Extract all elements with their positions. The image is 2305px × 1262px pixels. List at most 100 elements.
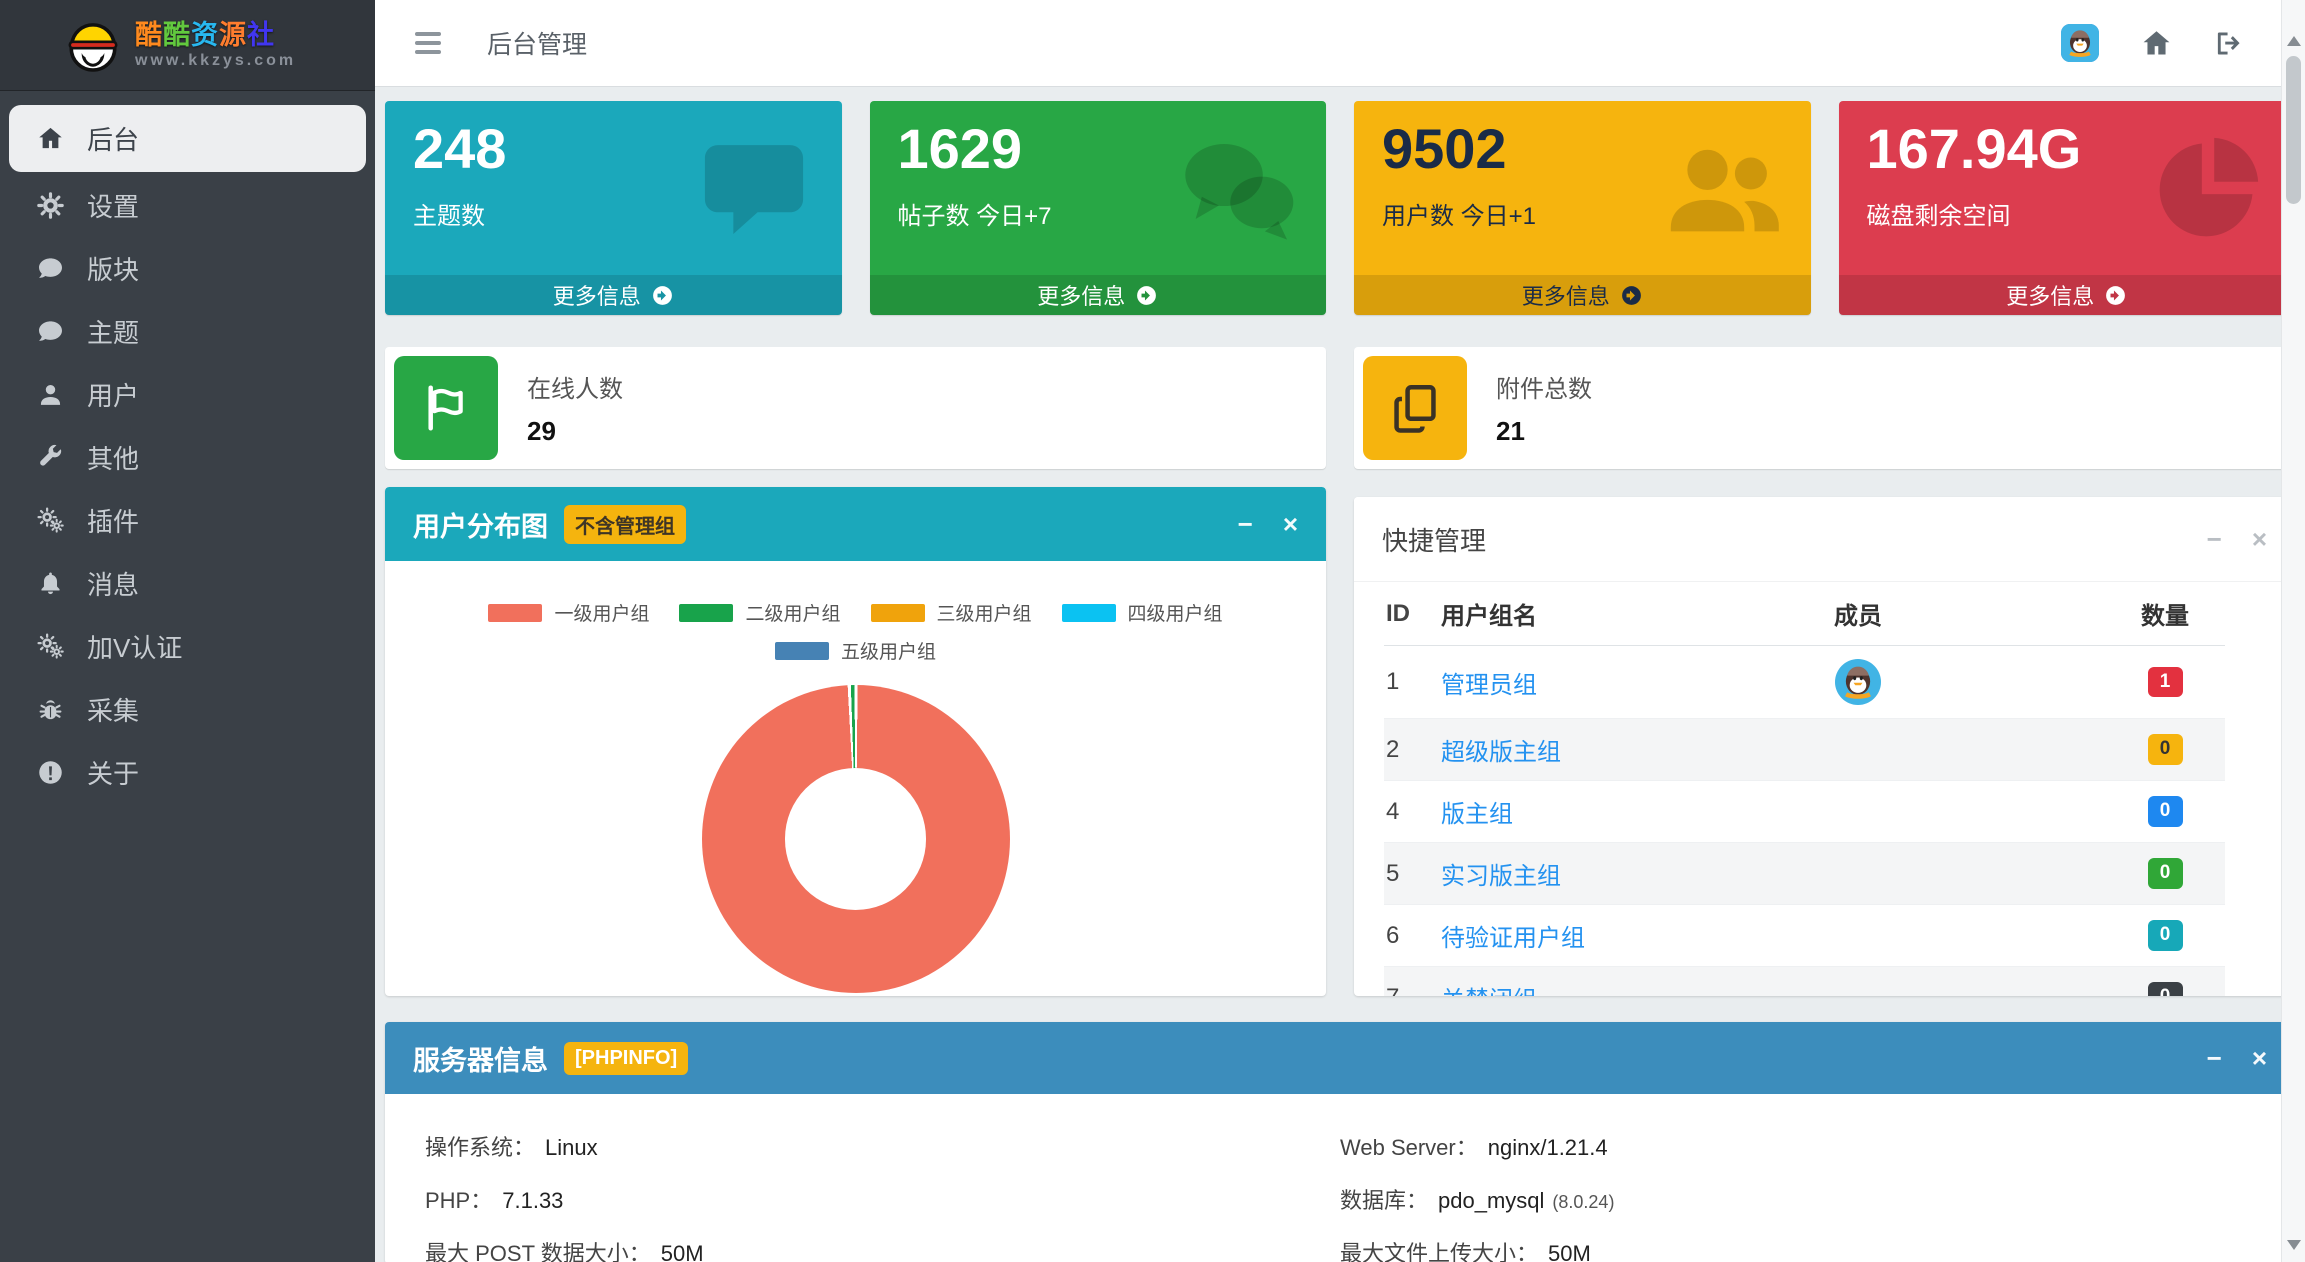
sidebar-item[interactable]: 后台 [9, 105, 366, 172]
member-avatar[interactable] [1835, 659, 1881, 705]
stat-card: 1629 帖子数 今日+7 更多信息 [869, 101, 1326, 315]
legend-swatch [679, 603, 734, 622]
group-link[interactable]: 管理员组 [1441, 672, 1537, 699]
sidebar-item-label: 消息 [87, 570, 140, 600]
more-info-link[interactable]: 更多信息 [869, 275, 1326, 315]
group-link[interactable]: 待验证用户组 [1441, 925, 1585, 952]
brand-subtitle: www.kkzys.com [135, 52, 297, 69]
sidebar-item-icon [37, 696, 64, 723]
minimize-button[interactable]: − [2207, 1045, 2222, 1071]
panel-title: 用户分布图 [413, 511, 548, 542]
sign-out-icon[interactable] [2214, 28, 2245, 59]
count-badge[interactable]: 0 [2147, 920, 2183, 951]
sidebar-item[interactable]: 插件 [0, 489, 375, 552]
brand[interactable]: 酷酷资源社 www.kkzys.com [0, 0, 375, 91]
sidebar-item-icon [37, 570, 64, 597]
brand-name-char: 酷 [163, 20, 191, 50]
group-id: 1 [1386, 668, 1400, 695]
legend-label: 一级用户组 [554, 604, 650, 625]
brand-logo-icon [68, 23, 118, 72]
arrow-circle-right-icon [1135, 284, 1158, 307]
legend-label: 三级用户组 [936, 604, 1032, 625]
sidebar-item[interactable]: 主题 [0, 300, 375, 363]
sidebar-item[interactable]: 消息 [0, 552, 375, 615]
info-box-label: 在线人数 [527, 376, 623, 403]
arrow-circle-right-icon [651, 284, 674, 307]
admin-dashboard: 酷酷资源社 www.kkzys.com 后台 设置 版块 主题 用户 其他 插件… [0, 0, 2305, 1262]
close-button[interactable]: × [1283, 511, 1298, 537]
more-info-link[interactable]: 更多信息 [1354, 275, 1811, 315]
stat-card: 9502 用户数 今日+1 更多信息 [1354, 101, 1811, 315]
minimize-button[interactable]: − [2207, 526, 2222, 552]
count-badge[interactable]: 0 [2147, 982, 2183, 996]
col-group-name: 用户组名 [1441, 603, 1537, 630]
sidebar-item[interactable]: 设置 [0, 174, 375, 237]
user-distribution-panel: 用户分布图 不含管理组 − × 一级用户组 二级用户组 三级用户组 四级用户组 … [385, 487, 1326, 996]
server-info-value: 50M [660, 1241, 704, 1262]
sidebar-item[interactable]: 用户 [0, 363, 375, 426]
sidebar-item-icon [37, 318, 64, 345]
sidebar-item-icon [37, 444, 64, 471]
legend-item[interactable]: 五级用户组 [774, 637, 936, 664]
brand-name-char: 资 [191, 20, 219, 50]
sidebar-item-label: 用户 [87, 381, 140, 411]
legend-item[interactable]: 二级用户组 [679, 599, 841, 626]
close-button[interactable]: × [2252, 1045, 2267, 1071]
more-info-label: 更多信息 [1037, 284, 1126, 309]
sidebar-item-icon [37, 255, 64, 282]
sidebar-item-icon [37, 633, 64, 660]
server-info-row: Web Server： nginx/1.21.4 [1340, 1130, 2255, 1162]
close-button[interactable]: × [2252, 526, 2267, 552]
stat-icon [2145, 127, 2269, 251]
donut-chart [701, 685, 1010, 993]
panel-header: 快捷管理 − × [1354, 497, 2295, 582]
group-table: ID 用户组名 成员 数量 1 管理员组 1 2 超级版主组 0 4 版主组 0… [1354, 582, 2295, 996]
server-info-row: 操作系统： Linux [425, 1130, 1340, 1162]
sidebar-item-icon [37, 759, 64, 786]
group-link[interactable]: 版主组 [1441, 801, 1513, 828]
more-info-label: 更多信息 [2006, 284, 2095, 309]
sidebar-item[interactable]: 版块 [0, 237, 375, 300]
group-link[interactable]: 关禁闭组 [1441, 987, 1537, 996]
count-badge[interactable]: 0 [2147, 858, 2183, 889]
sidebar-item-label: 加V认证 [87, 633, 183, 663]
legend-item[interactable]: 一级用户组 [488, 599, 649, 626]
legend-item[interactable]: 三级用户组 [870, 599, 1032, 626]
more-info-link[interactable]: 更多信息 [385, 275, 842, 315]
sidebar-item[interactable]: 加V认证 [0, 615, 375, 678]
more-info-label: 更多信息 [1521, 284, 1610, 309]
count-badge[interactable]: 1 [2147, 666, 2183, 698]
more-info-link[interactable]: 更多信息 [1838, 275, 2295, 315]
scrollbar[interactable] [2281, 0, 2305, 1262]
phpinfo-badge[interactable]: [PHPINFO] [564, 1041, 689, 1075]
stat-icon [1661, 127, 1785, 251]
panel-title: 服务器信息 [413, 1045, 548, 1076]
brand-name-char: 社 [247, 20, 275, 50]
count-badge[interactable]: 0 [2147, 796, 2183, 827]
sidebar-item[interactable]: 采集 [0, 678, 375, 741]
scroll-up-arrow[interactable] [2286, 36, 2301, 46]
group-id: 6 [1386, 921, 1400, 949]
info-boxes-row: 在线人数 29 附件总数 21 [385, 347, 2295, 469]
quick-manage-panel: 快捷管理 − × ID 用户组名 成员 数量 1 管理员组 1 2 超级版主组 … [1354, 497, 2295, 996]
qq-avatar-icon [2061, 24, 2099, 62]
sidebar-item-label: 其他 [87, 444, 140, 474]
col-id: ID [1386, 599, 1410, 627]
scrollbar-thumb[interactable] [2286, 56, 2301, 204]
group-link[interactable]: 超级版主组 [1441, 739, 1561, 766]
home-icon[interactable] [2141, 28, 2172, 59]
menu-toggle-button[interactable] [409, 26, 447, 60]
sidebar-item[interactable]: 关于 [0, 741, 375, 804]
group-link[interactable]: 实习版主组 [1441, 863, 1561, 890]
sidebar-item[interactable]: 其他 [0, 426, 375, 489]
legend-item[interactable]: 四级用户组 [1061, 599, 1223, 626]
server-info-row: 最大文件上传大小： 50M [1340, 1236, 2255, 1262]
minimize-button[interactable]: − [1238, 511, 1253, 537]
server-info-label: PHP： [425, 1188, 493, 1213]
count-badge[interactable]: 0 [2147, 734, 2183, 765]
scroll-down-arrow[interactable] [2286, 1240, 2301, 1250]
user-avatar[interactable] [2061, 24, 2099, 62]
server-info-label: 操作系统： [425, 1135, 536, 1160]
table-row: 4 版主组 0 [1384, 781, 2225, 843]
info-box-value: 29 [527, 416, 556, 446]
